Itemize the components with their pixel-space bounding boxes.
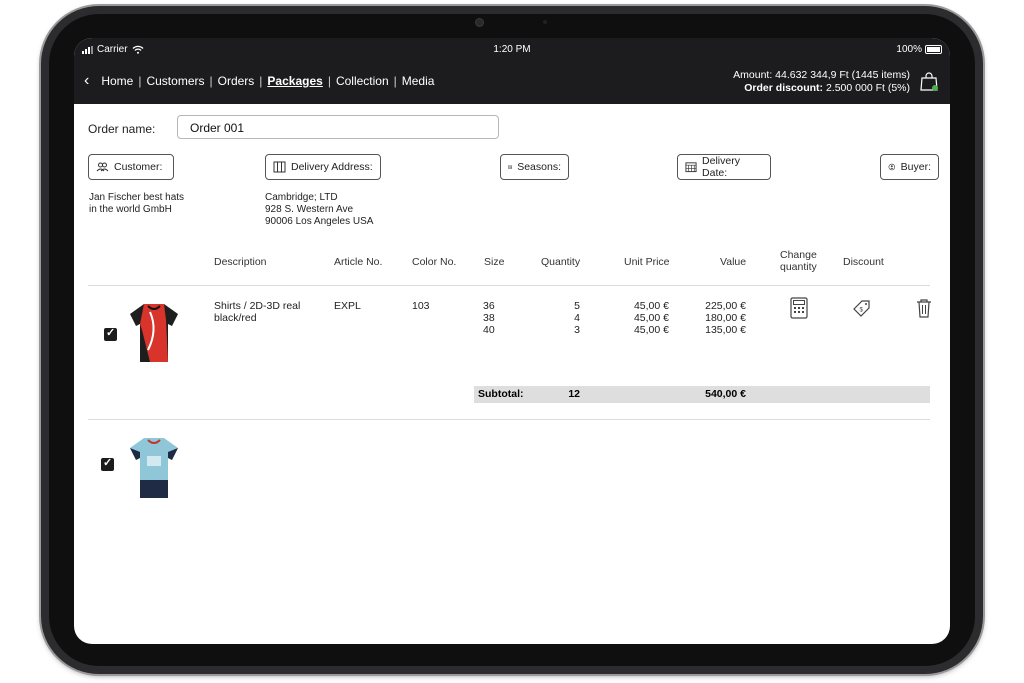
row-article: EXPL	[334, 300, 361, 312]
nav-media[interactable]: Media	[402, 74, 435, 88]
subtotal-label: Subtotal:	[478, 388, 524, 400]
customer-info: Jan Fischer best hats in the world GmbH	[89, 192, 184, 216]
users-icon	[96, 162, 109, 172]
seasons-button[interactable]: Seasons:	[500, 154, 569, 180]
nav-customers[interactable]: Customers	[146, 74, 204, 88]
order-name-input[interactable]: Order 001	[177, 115, 499, 139]
row-desc-line2: black/red	[214, 312, 257, 324]
quantity: 4	[574, 312, 580, 324]
row-color: 103	[412, 300, 430, 312]
unit-price: 45,00 €	[633, 324, 669, 336]
delivery-date-label: Delivery Date:	[702, 155, 740, 179]
header-article: Article No.	[334, 256, 383, 268]
nav-home[interactable]: Home	[101, 74, 133, 88]
quantity: 5	[574, 300, 580, 312]
screen: Carrier 1:20 PM 100% ‹ Home | Customers | …	[74, 38, 950, 644]
delivery-address-label: Delivery Address:	[291, 161, 373, 173]
unit-price: 45,00 €	[633, 300, 669, 312]
breadcrumb: ‹ Home | Customers | Orders | Packages | Col…	[84, 72, 435, 89]
order-summary: Amount: 44.632 344,9 Ft (1445 items) Ord…	[733, 69, 910, 95]
header-quantity: Quantity	[541, 256, 581, 268]
order-name-label: Order name:	[88, 122, 156, 136]
divider	[88, 419, 930, 420]
header-description: Description	[214, 256, 267, 268]
size: 36	[483, 300, 495, 312]
row-values: 225,00 € 180,00 € 135,00 €	[686, 300, 746, 336]
status-bar: Carrier 1:20 PM 100%	[74, 44, 950, 58]
unit-price: 45,00 €	[633, 312, 669, 324]
size: 38	[483, 312, 495, 324]
address-line-1: Cambridge; LTD	[265, 192, 338, 203]
calendar-icon	[685, 162, 697, 173]
row-sizes: 36 38 40	[483, 300, 495, 336]
customer-label: Customer:	[114, 161, 163, 173]
row-description: Shirts / 2D-3D real black/red	[214, 300, 300, 324]
trash-icon[interactable]	[914, 297, 934, 319]
value: 180,00 €	[705, 312, 746, 324]
row-desc-line1: Shirts / 2D-3D real	[214, 300, 301, 312]
amount-text: Amount: 44.632 344,9 Ft (1445 items)	[733, 69, 910, 81]
map-icon	[273, 161, 286, 173]
jersey-black-red-image	[130, 304, 178, 362]
customer-button[interactable]: Customer:	[88, 154, 174, 180]
header-unit-price: Unit Price	[624, 256, 670, 268]
discount-tag-icon[interactable]: $	[851, 298, 871, 320]
header-color: Color No.	[412, 256, 457, 268]
user-circle-icon	[888, 163, 896, 171]
size: 40	[483, 324, 495, 336]
header-value: Value	[720, 256, 747, 268]
sensor	[543, 20, 547, 24]
customer-line-1: Jan Fischer best hats	[89, 192, 185, 203]
top-bar: Carrier 1:20 PM 100% ‹ Home | Customers | …	[74, 38, 950, 104]
header-discount: Discount	[843, 256, 884, 268]
svg-text:$: $	[860, 308, 864, 314]
row-checkbox[interactable]	[101, 456, 114, 471]
subtotal-value: 540,00 €	[705, 388, 746, 400]
shopping-bag-icon[interactable]	[920, 71, 938, 91]
battery: 100%	[896, 44, 942, 55]
address-line-2: 928 S. Western Ave	[265, 204, 354, 215]
seasons-label: Seasons:	[517, 161, 561, 173]
delivery-date-button[interactable]: Delivery Date:	[677, 154, 771, 180]
quantity: 3	[574, 324, 580, 336]
buyer-button[interactable]: Buyer:	[880, 154, 939, 180]
camera	[476, 19, 483, 26]
jersey-imperial-blue-image	[130, 438, 178, 498]
battery-icon	[925, 45, 942, 54]
subtotal-quantity: 12	[568, 388, 580, 400]
header-change-quantity: Change quantity	[780, 249, 817, 273]
delivery-address-button[interactable]: Delivery Address:	[265, 154, 381, 180]
row-prices: 45,00 € 45,00 € 45,00 €	[614, 300, 669, 336]
row-quantities: 5 4 3	[554, 300, 580, 336]
header-size: Size	[484, 256, 505, 268]
value: 135,00 €	[705, 324, 746, 336]
back-chevron-icon[interactable]: ‹	[84, 73, 89, 89]
nav-orders[interactable]: Orders	[218, 74, 255, 88]
value: 225,00 €	[705, 300, 746, 312]
discount-value: 2.500 000 Ft (5%)	[825, 82, 910, 94]
address-line-3: 90006 Los Angeles USA	[265, 216, 374, 227]
calculator-icon[interactable]	[789, 297, 809, 319]
nav-packages[interactable]: Packages	[267, 74, 322, 88]
clock: 1:20 PM	[493, 44, 531, 55]
divider	[88, 285, 930, 286]
header-change-line1: Change	[780, 249, 817, 261]
subtotal-bar: Subtotal: 12 540,00 €	[474, 386, 930, 403]
customer-line-2: in the world GmbH	[89, 204, 172, 215]
buyer-label: Buyer:	[900, 161, 931, 173]
row-checkbox[interactable]	[104, 326, 117, 341]
battery-label: 100%	[896, 44, 922, 55]
header-change-line2: quantity	[780, 261, 817, 273]
main-content: Order name: Order 001 Customer: Delivery…	[74, 104, 950, 566]
calendar-grid-icon	[508, 165, 513, 169]
address-info: Cambridge; LTD 928 S. Western Ave 90006 …	[265, 192, 373, 228]
nav-collection[interactable]: Collection	[336, 74, 389, 88]
discount-label: Order discount:	[744, 82, 824, 94]
